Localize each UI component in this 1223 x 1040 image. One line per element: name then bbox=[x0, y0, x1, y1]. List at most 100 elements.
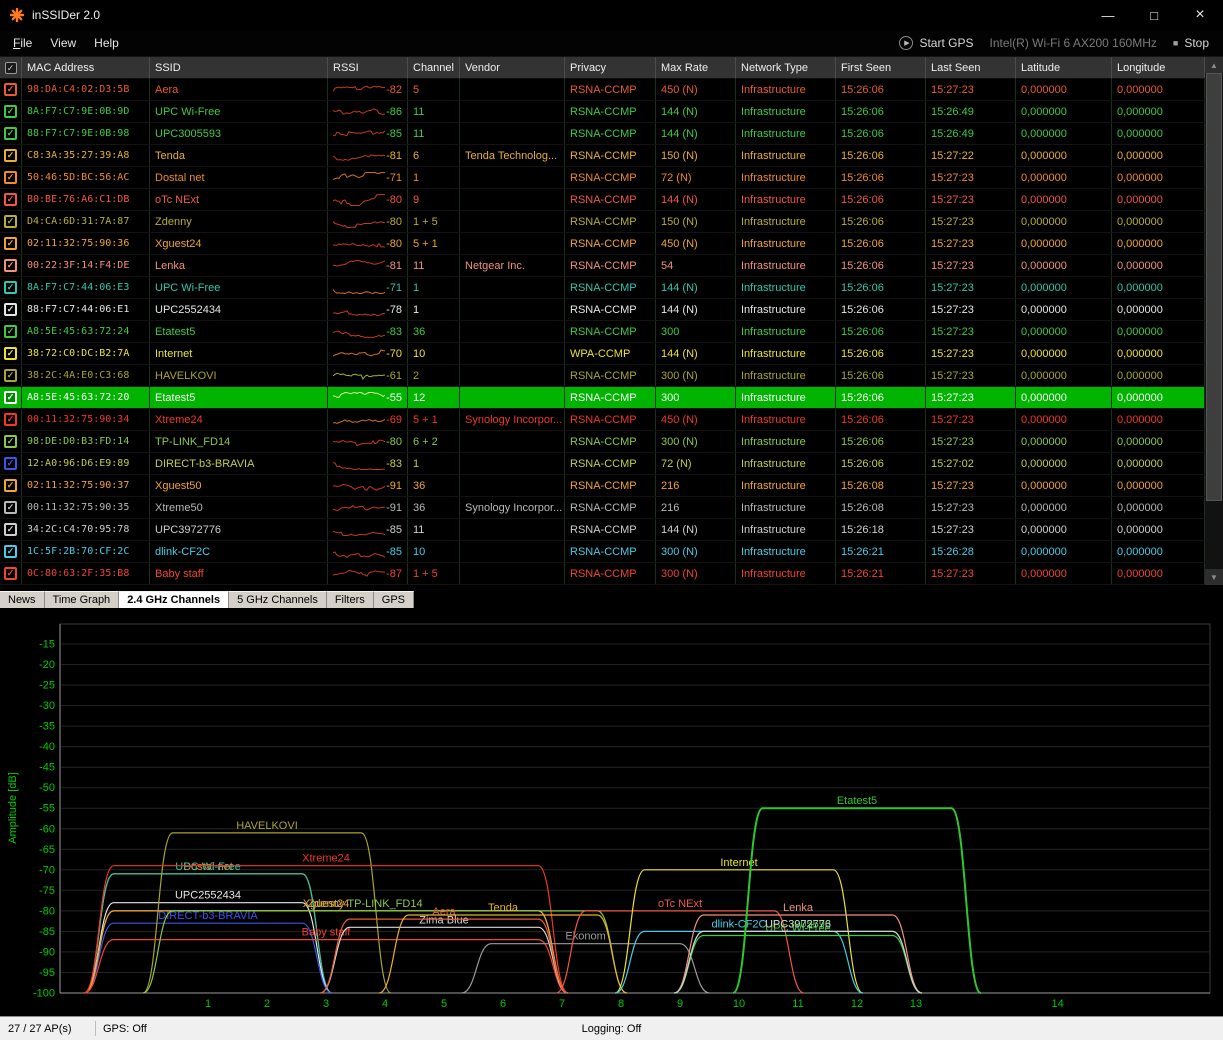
header-checkbox-icon: ✓ bbox=[5, 62, 17, 74]
network-checkbox[interactable]: ✓ bbox=[4, 369, 17, 382]
table-row[interactable]: ✓98:DA:C4:02:D3:5BAera-825RSNA-CCMP450 (… bbox=[0, 79, 1223, 101]
table-row[interactable]: ✓8A:F7:C7:9E:0B:9DUPC Wi-Free-8611RSNA-C… bbox=[0, 101, 1223, 123]
network-checkbox[interactable]: ✓ bbox=[4, 501, 17, 514]
table-row[interactable]: ✓A8:5E:45:63:72:20Etatest5-5512RSNA-CCMP… bbox=[0, 387, 1223, 409]
network-checkbox[interactable]: ✓ bbox=[4, 303, 17, 316]
table-row[interactable]: ✓88:F7:C7:9E:0B:98UPC3005593-8511RSNA-CC… bbox=[0, 123, 1223, 145]
network-checkbox[interactable]: ✓ bbox=[4, 523, 17, 536]
column-header-vendor[interactable]: Vendor bbox=[460, 57, 565, 79]
minimize-button[interactable]: — bbox=[1085, 0, 1131, 30]
menu-file[interactable]: File bbox=[4, 31, 41, 55]
cell-max_rate: 72 (N) bbox=[656, 167, 736, 188]
scrollbar-thumb[interactable] bbox=[1206, 73, 1222, 501]
column-header-first_seen[interactable]: First Seen bbox=[836, 57, 926, 79]
cell-ssid: TP-LINK_FD14 bbox=[150, 431, 328, 452]
rssi-value: -85 bbox=[386, 128, 402, 140]
network-checkbox[interactable]: ✓ bbox=[4, 347, 17, 360]
network-checkbox[interactable]: ✓ bbox=[4, 105, 17, 118]
column-header-network_type[interactable]: Network Type bbox=[736, 57, 836, 79]
network-checkbox[interactable]: ✓ bbox=[4, 413, 17, 426]
scroll-up-arrow[interactable]: ▲ bbox=[1205, 57, 1223, 73]
table-row[interactable]: ✓D4:CA:6D:31:7A:87Zdenny-801 + 5RSNA-CCM… bbox=[0, 211, 1223, 233]
menu-help[interactable]: Help bbox=[85, 31, 128, 55]
maximize-button[interactable]: □ bbox=[1131, 0, 1177, 30]
network-checkbox[interactable]: ✓ bbox=[4, 83, 17, 96]
close-button[interactable]: × bbox=[1177, 0, 1223, 30]
network-checkbox[interactable]: ✓ bbox=[4, 457, 17, 470]
column-header-privacy[interactable]: Privacy bbox=[565, 57, 656, 79]
cell-first_seen: 15:26:06 bbox=[836, 343, 926, 364]
column-header-last_seen[interactable]: Last Seen bbox=[926, 57, 1016, 79]
tab-2-4-ghz-channels[interactable]: 2.4 GHz Channels bbox=[119, 591, 229, 608]
select-all-checkbox[interactable]: ✓ bbox=[0, 57, 22, 79]
svg-text:-20: -20 bbox=[39, 659, 55, 671]
svg-text:9: 9 bbox=[677, 998, 683, 1010]
table-row[interactable]: ✓00:22:3F:14:F4:DELenka-8111Netgear Inc.… bbox=[0, 255, 1223, 277]
start-gps-button[interactable]: ▶ Start GPS bbox=[899, 36, 973, 50]
column-header-longitude[interactable]: Longitude bbox=[1112, 57, 1205, 79]
table-row[interactable]: ✓98:DE:D0:B3:FD:14TP-LINK_FD14-806 + 2RS… bbox=[0, 431, 1223, 453]
table-row[interactable]: ✓02:11:32:75:90:37Xguest50-9136RSNA-CCMP… bbox=[0, 475, 1223, 497]
column-header-mac[interactable]: MAC Address bbox=[22, 57, 150, 79]
stop-button[interactable]: ■ Stop bbox=[1173, 36, 1209, 50]
network-checkbox[interactable]: ✓ bbox=[4, 215, 17, 228]
network-checkbox[interactable]: ✓ bbox=[4, 171, 17, 184]
cell-first_seen: 15:26:06 bbox=[836, 409, 926, 430]
column-header-rssi[interactable]: RSSI bbox=[328, 57, 408, 79]
scroll-down-arrow[interactable]: ▼ bbox=[1205, 569, 1223, 585]
network-checkbox[interactable]: ✓ bbox=[4, 259, 17, 272]
rssi-sparkline bbox=[333, 82, 385, 98]
cell-mac: C8:3A:35:27:39:A8 bbox=[22, 145, 150, 166]
tab-time-graph[interactable]: Time Graph bbox=[45, 591, 120, 608]
cell-latitude: 0,000000 bbox=[1016, 497, 1112, 518]
network-checkbox[interactable]: ✓ bbox=[4, 479, 17, 492]
cell-channel: 1 bbox=[408, 167, 460, 188]
column-header-ssid[interactable]: SSID bbox=[150, 57, 328, 79]
tab-gps[interactable]: GPS bbox=[374, 591, 414, 608]
network-checkbox[interactable]: ✓ bbox=[4, 545, 17, 558]
table-row[interactable]: ✓38:2C:4A:E0:C3:68HAVELKOVI-612RSNA-CCMP… bbox=[0, 365, 1223, 387]
cell-privacy: RSNA-CCMP bbox=[565, 321, 656, 342]
network-curve bbox=[733, 808, 981, 993]
cell-ssid: Aera bbox=[150, 79, 328, 100]
network-checkbox[interactable]: ✓ bbox=[4, 237, 17, 250]
cell-longitude: 0,000000 bbox=[1112, 233, 1205, 254]
column-header-latitude[interactable]: Latitude bbox=[1016, 57, 1112, 79]
network-checkbox[interactable]: ✓ bbox=[4, 567, 17, 580]
table-row[interactable]: ✓8A:F7:C7:44:06:E3UPC Wi-Free-711RSNA-CC… bbox=[0, 277, 1223, 299]
table-row[interactable]: ✓1C:5F:2B:70:CF:2Cdlink-CF2C-8510RSNA-CC… bbox=[0, 541, 1223, 563]
table-row[interactable]: ✓0C:80:63:2F:35:B8Baby staff-871 + 5RSNA… bbox=[0, 563, 1223, 585]
table-row[interactable]: ✓34:2C:C4:70:95:78UPC3972776-8511RSNA-CC… bbox=[0, 519, 1223, 541]
network-checkbox[interactable]: ✓ bbox=[4, 127, 17, 140]
network-checkbox[interactable]: ✓ bbox=[4, 281, 17, 294]
cell-last_seen: 15:27:23 bbox=[926, 299, 1016, 320]
table-row[interactable]: ✓00:11:32:75:90:34Xtreme24-695 + 1Synolo… bbox=[0, 409, 1223, 431]
table-row[interactable]: ✓02:11:32:75:90:36Xguest24-805 + 1RSNA-C… bbox=[0, 233, 1223, 255]
network-checkbox[interactable]: ✓ bbox=[4, 391, 17, 404]
tab-5-ghz-channels[interactable]: 5 GHz Channels bbox=[229, 591, 327, 608]
cell-longitude: 0,000000 bbox=[1112, 277, 1205, 298]
table-row[interactable]: ✓12:A0:96:D6:E9:89DIRECT-b3-BRAVIA-831RS… bbox=[0, 453, 1223, 475]
table-row[interactable]: ✓38:72:C0:DC:B2:7AInternet-7010WPA-CCMP1… bbox=[0, 343, 1223, 365]
table-row[interactable]: ✓50:46:5D:BC:56:ACDostal net-711RSNA-CCM… bbox=[0, 167, 1223, 189]
cell-channel: 10 bbox=[408, 343, 460, 364]
table-row[interactable]: ✓B0:BE:76:A6:C1:DBoTc NExt-809RSNA-CCMP1… bbox=[0, 189, 1223, 211]
network-checkbox[interactable]: ✓ bbox=[4, 149, 17, 162]
cell-longitude: 0,000000 bbox=[1112, 431, 1205, 452]
rssi-sparkline bbox=[333, 258, 385, 274]
column-header-max_rate[interactable]: Max Rate bbox=[656, 57, 736, 79]
cell-max_rate: 144 (N) bbox=[656, 101, 736, 122]
network-checkbox[interactable]: ✓ bbox=[4, 435, 17, 448]
tab-filters[interactable]: Filters bbox=[327, 591, 374, 608]
table-row[interactable]: ✓C8:3A:35:27:39:A8Tenda-816Tenda Technol… bbox=[0, 145, 1223, 167]
tab-news[interactable]: News bbox=[0, 591, 45, 608]
vertical-scrollbar[interactable]: ▲ ▼ bbox=[1205, 57, 1223, 585]
table-row[interactable]: ✓88:F7:C7:44:06:E1UPC2552434-781RSNA-CCM… bbox=[0, 299, 1223, 321]
cell-checkbox: ✓ bbox=[0, 563, 22, 584]
table-row[interactable]: ✓A8:5E:45:63:72:24Etatest5-8336RSNA-CCMP… bbox=[0, 321, 1223, 343]
table-row[interactable]: ✓00:11:32:75:90:35Xtreme50-9136Synology … bbox=[0, 497, 1223, 519]
menu-view[interactable]: View bbox=[41, 31, 85, 55]
column-header-channel[interactable]: Channel bbox=[408, 57, 460, 79]
network-checkbox[interactable]: ✓ bbox=[4, 193, 17, 206]
network-checkbox[interactable]: ✓ bbox=[4, 325, 17, 338]
